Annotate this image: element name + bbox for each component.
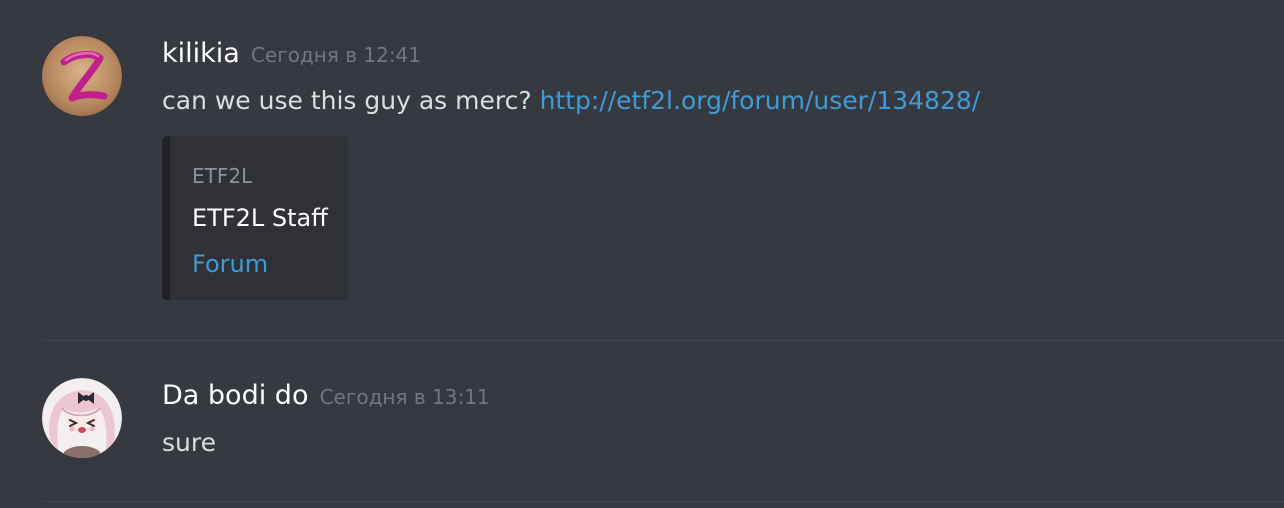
avatar[interactable] <box>42 378 122 458</box>
message-kilikia: kilikia Сегодня в 12:41 can we use this … <box>0 0 1284 340</box>
timestamp: Сегодня в 13:11 <box>319 385 490 409</box>
link-embed: ETF2L ETF2L Staff Forum <box>162 136 348 300</box>
message-header: Da bodi do Сегодня в 13:11 <box>162 380 490 411</box>
message-content: can we use this guy as merc? http://etf2… <box>162 86 980 115</box>
pink-letter-z-avatar-icon <box>42 36 122 116</box>
message-link[interactable]: http://etf2l.org/forum/user/134828/ <box>540 86 981 115</box>
message-divider <box>42 340 1284 341</box>
embed-provider: ETF2L <box>192 164 253 188</box>
embed-title: ETF2L Staff <box>192 204 328 232</box>
message-content: sure <box>162 428 216 457</box>
timestamp: Сегодня в 12:41 <box>250 43 422 67</box>
message-header: kilikia Сегодня в 12:41 <box>162 38 421 69</box>
anime-girl-avatar-icon <box>42 378 122 458</box>
message-divider <box>42 501 1284 502</box>
message-text: can we use this guy as merc? <box>162 86 540 115</box>
avatar[interactable] <box>42 36 122 116</box>
embed-link[interactable]: Forum <box>192 250 268 278</box>
username[interactable]: kilikia <box>162 38 240 69</box>
username[interactable]: Da bodi do <box>162 380 308 411</box>
chat-message-list: kilikia Сегодня в 12:41 can we use this … <box>0 0 1284 508</box>
message-da-bodi-do: Da bodi do Сегодня в 13:11 sure <box>0 342 1284 502</box>
message-text: sure <box>162 428 216 457</box>
